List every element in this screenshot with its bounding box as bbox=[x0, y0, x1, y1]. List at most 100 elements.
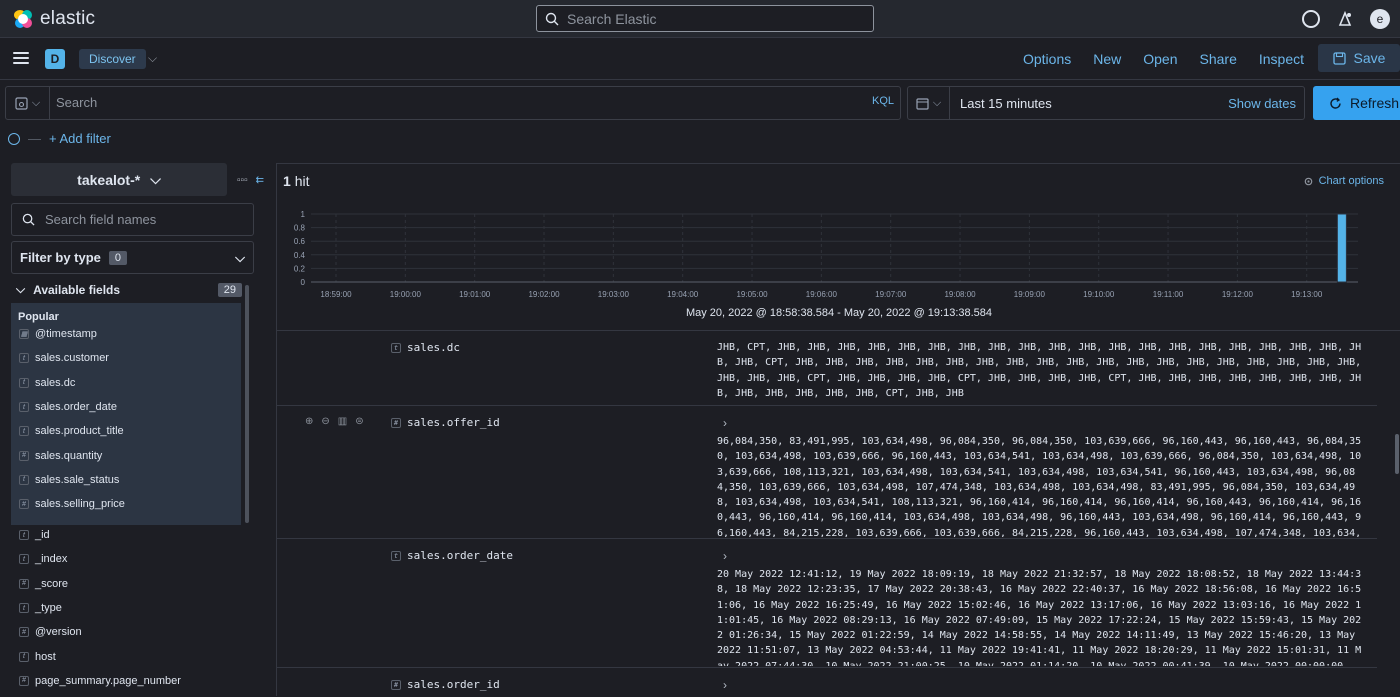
field-item[interactable]: t sales.customer bbox=[19, 346, 125, 370]
chart-options-label: Chart options bbox=[1318, 175, 1384, 187]
field-sidebar: takealot-* ⌵ ▫▫▫ ⇇ Search field names Fi… bbox=[0, 155, 268, 696]
x-tick-label: 19:01:00 bbox=[459, 290, 491, 299]
main-scrollbar[interactable] bbox=[1395, 434, 1399, 474]
x-tick-label: 19:09:00 bbox=[1014, 290, 1046, 299]
field-type-icon: t bbox=[19, 377, 29, 388]
field-name: sales.order_date bbox=[35, 401, 117, 414]
separator: — bbox=[28, 131, 41, 146]
results-panel: 1 hit Chart options 1 0.8 0.6 0.4 0.2 0 18:59:… bbox=[276, 163, 1400, 696]
gear-icon bbox=[1304, 177, 1312, 185]
help-icon[interactable] bbox=[1302, 10, 1320, 28]
field-item[interactable]: t _type bbox=[19, 596, 181, 620]
refresh-icon bbox=[1330, 97, 1341, 109]
doc-field-value: JHB, CPT, JHB, JHB, JHB, JHB, JHB, JHB, … bbox=[717, 342, 1362, 399]
available-fields-toggle[interactable]: ⌵ Available fields 29 bbox=[16, 282, 242, 297]
field-item[interactable]: t sales.sale_status bbox=[19, 468, 125, 492]
collapse-sidebar-icon[interactable]: ⇇ bbox=[256, 175, 264, 186]
space-selector[interactable]: D bbox=[45, 49, 65, 69]
filter-out-value-icon[interactable]: ⊖ bbox=[321, 416, 329, 427]
field-type-icon: t bbox=[391, 550, 401, 561]
add-filter-link[interactable]: + Add filter bbox=[49, 131, 111, 146]
histogram-chart[interactable]: 1 0.8 0.6 0.4 0.2 0 18:59:00 19:00:00 19:01:00 19… bbox=[277, 198, 1400, 306]
quick-select-button[interactable]: ⌵ bbox=[908, 87, 950, 119]
refresh-button[interactable]: Refresh bbox=[1313, 86, 1400, 120]
field-item[interactable]: # sales.quantity bbox=[19, 443, 125, 467]
chevron-down-icon: ⌵ bbox=[235, 249, 245, 265]
chart-options-button[interactable]: Chart options bbox=[1303, 175, 1384, 187]
y-tick-label: 0.8 bbox=[294, 224, 306, 233]
saved-query-icon bbox=[15, 96, 28, 110]
filter-by-type-dropdown[interactable]: Filter by type 0 ⌵ bbox=[11, 241, 254, 274]
field-name: sales.product_title bbox=[35, 425, 124, 438]
field-item[interactable]: ▦ @timestamp bbox=[19, 322, 125, 346]
field-item[interactable]: t _id bbox=[19, 523, 181, 547]
field-name: @version bbox=[35, 626, 82, 639]
field-item[interactable]: # page_summary.page_number bbox=[19, 669, 181, 693]
doc-field-label: sales.order_id bbox=[407, 678, 500, 691]
field-item[interactable]: t sales.product_title bbox=[19, 419, 125, 443]
menu-icon[interactable] bbox=[13, 52, 29, 64]
query-language-toggle[interactable]: KQL bbox=[872, 95, 894, 107]
field-item[interactable]: # @version bbox=[19, 620, 181, 644]
more-options-icon[interactable]: ▫▫▫ bbox=[237, 175, 248, 186]
app-header: D Discover ⌵ Options New Open Share Insp… bbox=[0, 38, 1400, 80]
field-item[interactable]: t host bbox=[19, 644, 181, 668]
expand-value-icon[interactable]: › bbox=[723, 678, 727, 692]
field-type-icon: # bbox=[19, 578, 29, 589]
menu-open[interactable]: Open bbox=[1143, 51, 1177, 67]
field-item[interactable]: t sales.order_date bbox=[19, 395, 125, 419]
user-avatar[interactable]: e bbox=[1370, 9, 1390, 29]
refresh-label: Refresh bbox=[1350, 95, 1400, 111]
elastic-logo[interactable]: elastic bbox=[12, 8, 95, 30]
field-search-input[interactable]: Search field names bbox=[11, 203, 254, 236]
time-picker[interactable]: ⌵ Last 15 minutes Show dates bbox=[907, 86, 1305, 120]
query-bar[interactable]: ⌵ Search KQL bbox=[5, 86, 901, 120]
doc-field-label: sales.offer_id bbox=[407, 416, 500, 429]
menu-options[interactable]: Options bbox=[1023, 51, 1071, 67]
chevron-down-icon[interactable]: ⌵ bbox=[148, 51, 157, 66]
doc-field-name: # sales.order_id bbox=[391, 678, 500, 691]
show-dates-link[interactable]: Show dates bbox=[1228, 96, 1296, 111]
query-input[interactable]: Search bbox=[56, 95, 97, 110]
field-search-placeholder: Search field names bbox=[45, 212, 157, 227]
sidebar-scrollbar[interactable] bbox=[245, 285, 249, 523]
hit-number: 1 bbox=[283, 173, 291, 189]
save-button[interactable]: Save bbox=[1318, 44, 1400, 72]
field-item[interactable]: # sales.selling_price bbox=[19, 492, 125, 516]
field-item[interactable]: t _index bbox=[19, 547, 181, 571]
field-name: _score bbox=[35, 577, 69, 590]
document-table: t sales.dc JHB, CPT, JHB, JHB, JHB, JHB, J… bbox=[277, 330, 1400, 697]
doc-field-value: 20 May 2022 12:41:12, 19 May 2022 18:09:… bbox=[717, 569, 1362, 666]
top-nav-menu: Options New Open Share Inspect bbox=[1023, 51, 1304, 67]
time-range-label: Last 15 minutes bbox=[960, 96, 1052, 111]
menu-inspect[interactable]: Inspect bbox=[1259, 51, 1304, 67]
news-feed-icon[interactable] bbox=[1336, 10, 1354, 28]
available-fields-label: Available fields bbox=[33, 282, 121, 297]
field-type-icon: t bbox=[19, 651, 29, 662]
toggle-column-icon[interactable]: ▥ bbox=[338, 416, 347, 427]
saved-query-menu[interactable]: ⌵ bbox=[6, 87, 50, 119]
doc-field-label: sales.dc bbox=[407, 341, 460, 354]
menu-share[interactable]: Share bbox=[1200, 51, 1237, 67]
filter-exists-icon[interactable]: ⊜ bbox=[355, 416, 363, 427]
breadcrumb-discover[interactable]: Discover bbox=[79, 49, 146, 69]
menu-new[interactable]: New bbox=[1093, 51, 1121, 67]
hit-label: hit bbox=[294, 173, 310, 189]
available-fields-count: 29 bbox=[217, 282, 242, 297]
x-tick-label: 19:05:00 bbox=[736, 290, 768, 299]
field-item[interactable]: # _score bbox=[19, 572, 181, 596]
index-pattern-picker[interactable]: takealot-* ⌵ bbox=[11, 163, 227, 196]
filter-options-icon[interactable] bbox=[8, 132, 20, 145]
global-header: elastic Search Elastic e bbox=[0, 0, 1400, 38]
y-tick-label: 0.4 bbox=[294, 251, 306, 260]
filter-for-value-icon[interactable]: ⊕ bbox=[305, 416, 313, 427]
expand-value-icon[interactable]: › bbox=[723, 549, 727, 563]
field-item[interactable]: t sales.dc bbox=[19, 371, 125, 395]
global-search-input[interactable]: Search Elastic bbox=[536, 5, 874, 32]
doc-field-value: 96,084,350, 83,491,995, 103,634,498, 96,… bbox=[717, 436, 1362, 537]
x-tick-label: 19:13:00 bbox=[1291, 290, 1323, 299]
x-tick-label: 19:07:00 bbox=[875, 290, 907, 299]
field-name: sales.selling_price bbox=[35, 498, 125, 511]
chevron-down-icon: ⌵ bbox=[150, 171, 161, 187]
expand-value-icon[interactable]: › bbox=[723, 416, 727, 430]
